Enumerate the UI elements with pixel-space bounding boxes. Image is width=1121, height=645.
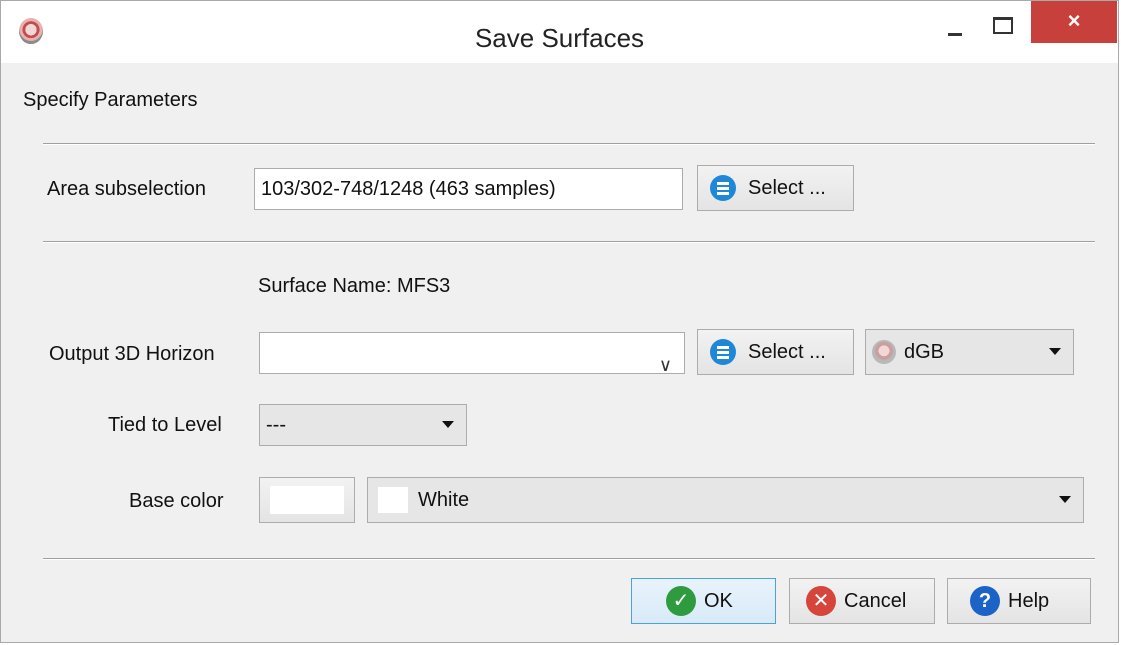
surface-name-label: Surface Name: MFS3 [258,275,451,297]
base-color-value: White [418,488,470,511]
close-icon: × [1067,8,1081,33]
close-button[interactable]: × [1031,1,1117,43]
cancel-button[interactable]: ✕ Cancel [789,578,935,624]
area-subselection-label: Area subselection [47,178,206,200]
divider [43,241,1095,243]
dropdown-arrow-icon [1059,496,1071,503]
dropdown-arrow-icon [1049,348,1061,355]
format-dropdown[interactable]: dGB [865,329,1074,375]
output-horizon-select-label: Select ... [748,340,826,363]
help-icon: ? [970,586,1000,616]
base-color-swatch-button[interactable] [259,477,355,523]
format-value: dGB [904,340,945,363]
cancel-icon: ✕ [806,586,836,616]
check-icon: ✓ [666,586,696,616]
color-swatch [270,486,344,514]
list-icon [710,175,736,201]
tied-level-label: Tied to Level [108,414,222,436]
output-horizon-select-button[interactable]: Select ... [697,329,854,375]
base-color-label: Base color [129,490,224,512]
color-chip [378,487,408,513]
section-label: Specify Parameters [23,89,198,111]
list-icon [710,339,736,365]
ok-button[interactable]: ✓ OK [631,578,776,624]
output-horizon-label: Output 3D Horizon [49,343,215,365]
maximize-icon[interactable] [983,11,1023,45]
area-select-label: Select ... [748,176,826,199]
dgb-icon [872,340,896,364]
minimize-icon[interactable] [936,11,976,45]
tied-level-value: --- [266,413,286,436]
divider [43,558,1095,560]
area-select-button[interactable]: Select ... [697,165,854,211]
save-surfaces-dialog: Save Surfaces × Specify Parameters Area … [0,0,1119,643]
chevron-down-icon[interactable]: ∨ [659,345,672,385]
output-horizon-combo[interactable]: ∨ [259,332,685,375]
dropdown-arrow-icon [442,421,454,428]
ok-label: OK [704,589,733,612]
tied-level-dropdown[interactable]: --- [259,404,467,446]
cancel-label: Cancel [844,589,907,612]
divider [43,143,1095,145]
area-subselection-field[interactable]: 103/302-748/1248 (463 samples) [254,168,683,210]
help-label: Help [1008,589,1050,612]
help-button[interactable]: ? Help [947,578,1091,624]
base-color-dropdown[interactable]: White [367,477,1084,523]
title-bar[interactable]: Save Surfaces × [1,1,1118,63]
